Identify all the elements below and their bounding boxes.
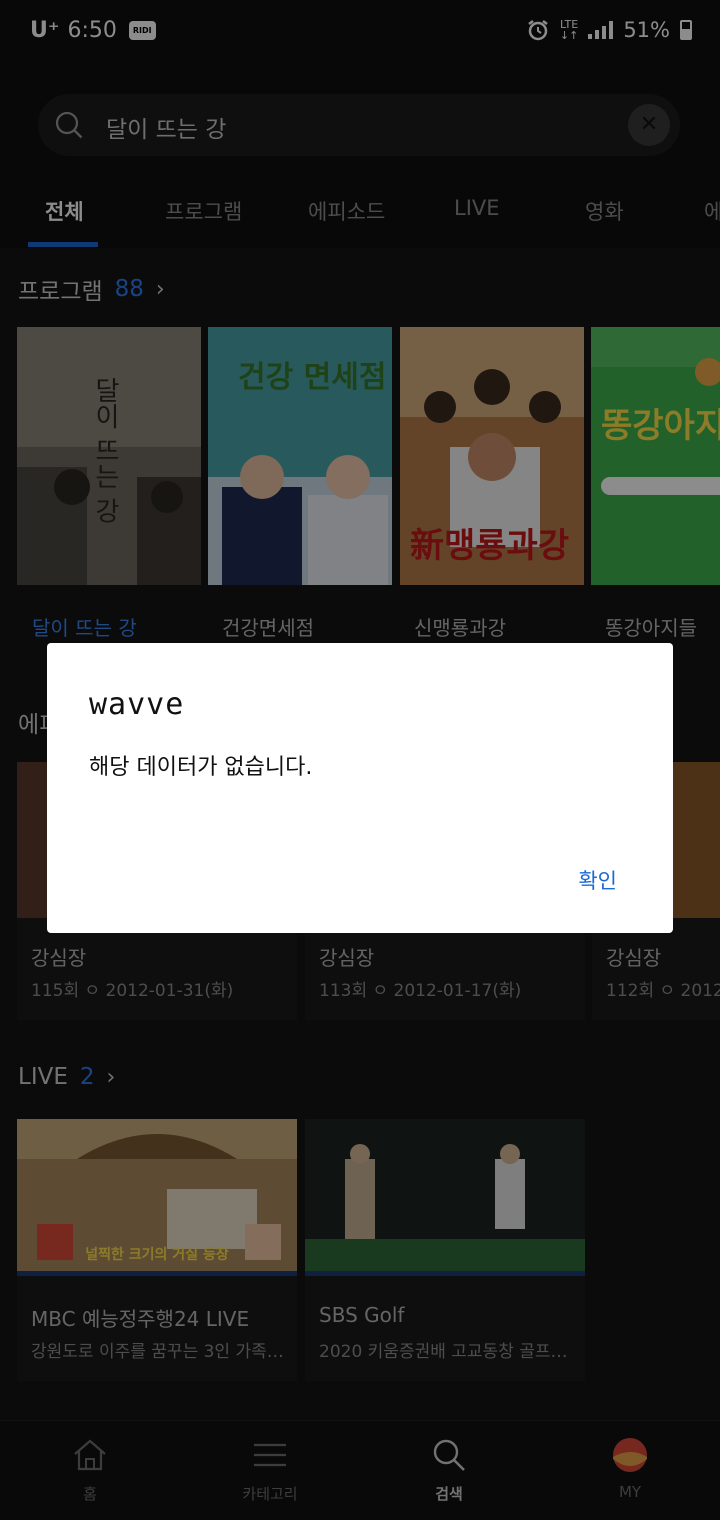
dialog-message: 해당 데이터가 없습니다. bbox=[89, 755, 313, 780]
alert-dialog: wavve 해당 데이터가 없습니다. 확인 bbox=[47, 643, 673, 933]
dialog-title: wavve bbox=[89, 687, 185, 722]
ok-button[interactable]: 확인 bbox=[578, 865, 617, 895]
